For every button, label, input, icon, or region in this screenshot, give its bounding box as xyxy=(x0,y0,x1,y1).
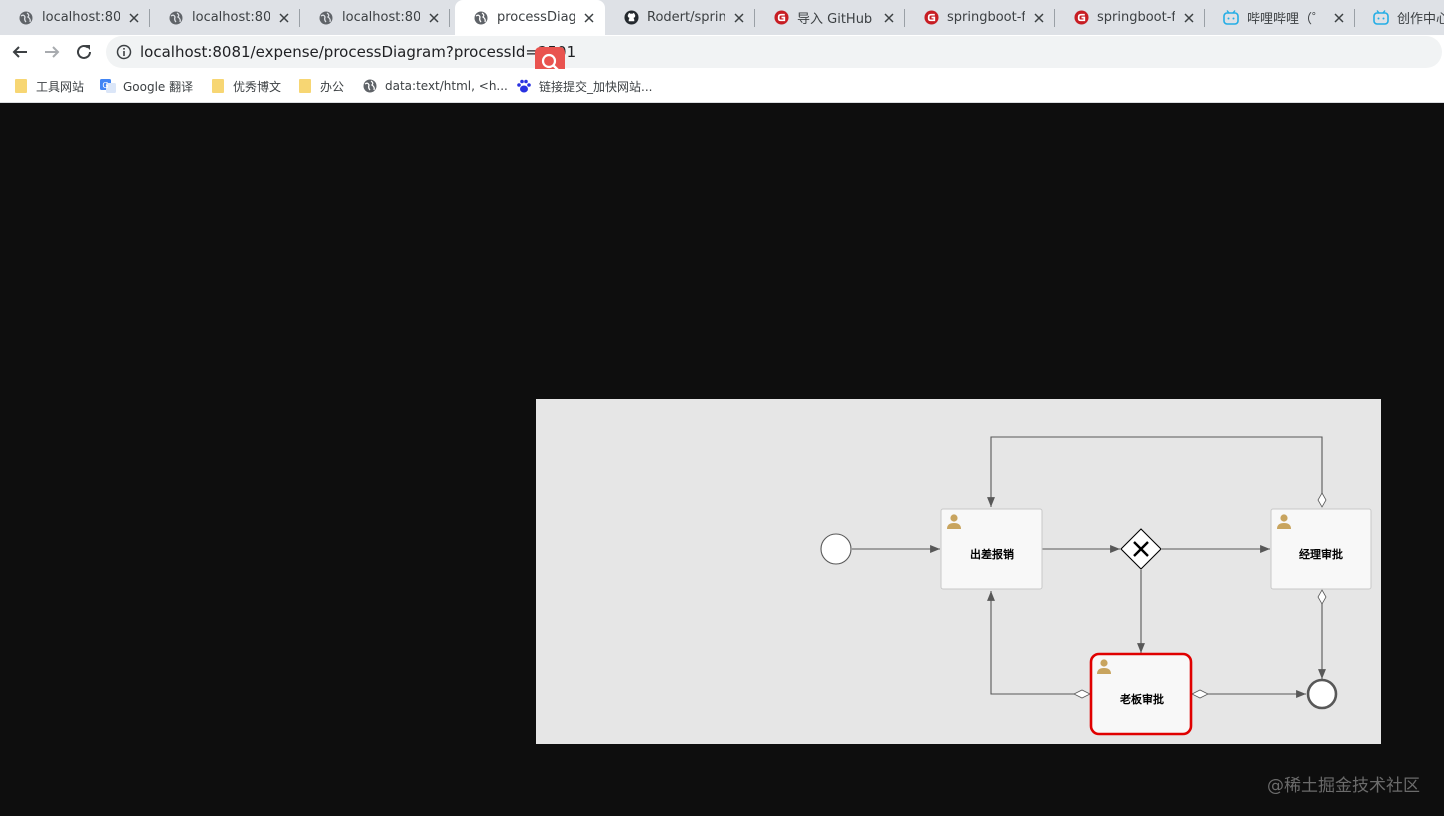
bilibili-icon xyxy=(1373,10,1389,26)
github-icon xyxy=(623,10,639,26)
bookmark-tools[interactable]: 工具网站 xyxy=(13,77,84,95)
tab-8[interactable]: springboot-flo xyxy=(1055,0,1205,35)
tab-title: springboot-flo xyxy=(947,10,1025,25)
bpmn-diagram-svg: 出差报销 经理审批 老板审批 xyxy=(820,436,1372,736)
bookmark-label: 优秀博文 xyxy=(233,79,282,94)
baidu-paw-icon xyxy=(516,78,532,94)
start-event[interactable] xyxy=(820,533,852,565)
tab-3[interactable]: localhost:8081/ xyxy=(300,0,450,35)
info-icon[interactable] xyxy=(116,44,132,60)
bookmark-data-html[interactable]: data:text/html, <h... xyxy=(362,77,508,95)
bookmarks-bar: 工具网站 G Google 翻译 优秀博文 办公 data:text/html,… xyxy=(0,69,1444,103)
exclusive-gateway[interactable] xyxy=(1120,528,1162,570)
tab-2[interactable]: localhost:8081/ xyxy=(150,0,300,35)
tab-title: 导入 GitHub 仓 xyxy=(797,12,875,27)
back-arrow-icon[interactable] xyxy=(8,40,32,64)
browser-chrome: localhost:8081/ localhost:8081/ localhos… xyxy=(0,0,1444,103)
bookmark-baidu-submit[interactable]: 链接提交_加快网站... xyxy=(516,77,652,95)
bookmark-label: 办公 xyxy=(320,79,345,94)
bookmark-label: Google 翻译 xyxy=(123,79,194,94)
tab-title: localhost:8081/ xyxy=(42,10,120,25)
globe-icon xyxy=(18,10,34,26)
gitee-icon xyxy=(923,10,939,26)
watermark: @稀土掘金技术社区 xyxy=(1267,776,1420,796)
condition-marker xyxy=(1073,689,1091,699)
bookmark-office[interactable]: 办公 xyxy=(297,77,344,95)
bookmark-blogs[interactable]: 优秀博文 xyxy=(210,77,281,95)
task-boss-approval-active[interactable]: 老板审批 xyxy=(1089,652,1193,736)
bookmark-label: 链接提交_加快网站... xyxy=(539,79,653,94)
gitee-icon xyxy=(1073,10,1089,26)
tab-5[interactable]: Rodert/springb xyxy=(605,0,755,35)
bilibili-icon xyxy=(1223,10,1239,26)
condition-marker xyxy=(1317,492,1327,508)
folder-icon xyxy=(297,78,313,94)
task-manager-approval[interactable]: 经理审批 xyxy=(1270,508,1372,590)
flow-boss-back-to-travel-expense xyxy=(987,591,1089,695)
tab-title: 创作中心 - xyxy=(1397,12,1444,27)
task-label: 经理审批 xyxy=(1299,547,1343,561)
folder-icon xyxy=(13,78,29,94)
close-icon[interactable] xyxy=(581,10,597,26)
tab-9[interactable]: 哔哩哔哩（゜-゜ xyxy=(1205,0,1355,35)
globe-icon xyxy=(318,10,334,26)
condition-marker xyxy=(1191,689,1209,699)
tab-strip: localhost:8081/ localhost:8081/ localhos… xyxy=(0,0,1444,35)
close-icon[interactable] xyxy=(1331,10,1347,26)
tab-title: processDiagram xyxy=(497,10,575,25)
end-event[interactable] xyxy=(1306,678,1338,710)
reload-icon[interactable] xyxy=(72,40,96,64)
tab-title: springboot-flo xyxy=(1097,10,1175,25)
task-label: 出差报销 xyxy=(970,547,1014,561)
globe-icon xyxy=(473,10,489,26)
flow-manager-back-to-travel-expense xyxy=(987,436,1323,507)
globe-icon xyxy=(362,78,378,94)
svg-text:G: G xyxy=(102,81,108,90)
bookmark-google-translate[interactable]: G Google 翻译 xyxy=(100,77,193,95)
forward-arrow-icon[interactable] xyxy=(40,40,64,64)
close-icon[interactable] xyxy=(1031,10,1047,26)
tab-6[interactable]: 导入 GitHub 仓 xyxy=(755,0,905,35)
tab-title: 哔哩哔哩（゜-゜ xyxy=(1247,12,1325,27)
bookmark-label: 工具网站 xyxy=(36,79,85,94)
condition-marker xyxy=(1317,589,1327,605)
tab-7[interactable]: springboot-flo xyxy=(905,0,1055,35)
gitee-icon xyxy=(773,10,789,26)
process-diagram: 出差报销 经理审批 老板审批 xyxy=(536,399,1381,744)
google-translate-icon: G xyxy=(100,78,116,94)
tab-title: localhost:8081/ xyxy=(192,10,270,25)
toolbar: localhost:8081/expense/processDiagram?pr… xyxy=(0,35,1444,69)
globe-icon xyxy=(168,10,184,26)
task-travel-expense[interactable]: 出差报销 xyxy=(940,508,1043,590)
tab-1[interactable]: localhost:8081/ xyxy=(0,0,150,35)
address-bar[interactable]: localhost:8081/expense/processDiagram?pr… xyxy=(106,36,1442,68)
task-label: 老板审批 xyxy=(1119,692,1164,706)
close-icon[interactable] xyxy=(276,10,292,26)
close-icon[interactable] xyxy=(1181,10,1197,26)
bookmark-label: data:text/html, <h... xyxy=(385,79,508,93)
tab-4-active[interactable]: processDiagram xyxy=(455,0,605,35)
url-text[interactable]: localhost:8081/expense/processDiagram?pr… xyxy=(140,43,576,61)
tab-title: localhost:8081/ xyxy=(342,10,420,25)
tab-10[interactable]: 创作中心 - xyxy=(1355,0,1444,35)
tab-title: Rodert/springb xyxy=(647,10,725,25)
close-icon[interactable] xyxy=(126,10,142,26)
close-icon[interactable] xyxy=(426,10,442,26)
close-icon[interactable] xyxy=(881,10,897,26)
folder-icon xyxy=(210,78,226,94)
close-icon[interactable] xyxy=(731,10,747,26)
